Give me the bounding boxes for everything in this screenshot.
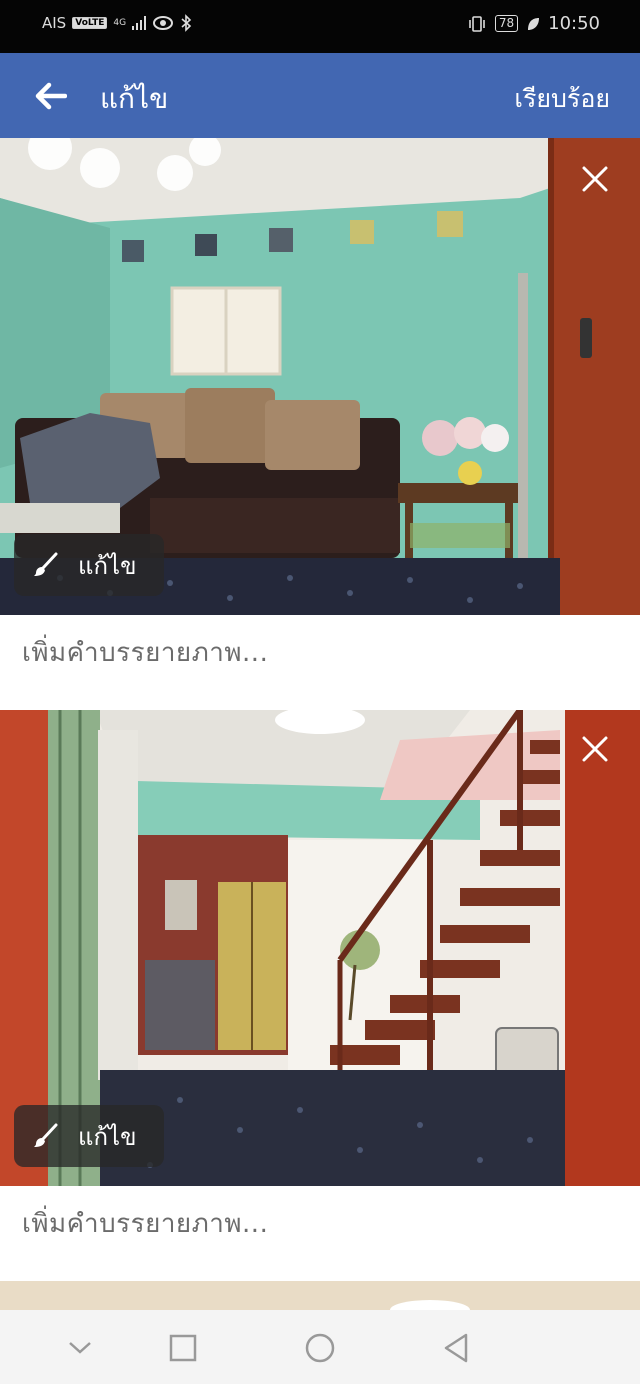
edit-label: แก้ไข: [78, 551, 137, 580]
hide-keyboard-button[interactable]: [60, 1328, 100, 1368]
arrow-left-icon: [35, 82, 67, 110]
bluetooth-icon: [180, 14, 192, 32]
volte-badge: VoLTE: [72, 17, 108, 29]
brush-icon: [34, 1123, 58, 1147]
chevron-down-icon: [69, 1342, 91, 1354]
caption-input-1[interactable]: เพิ่มคำบรรยายภาพ...: [22, 632, 268, 673]
edit-photo-button[interactable]: แก้ไข: [14, 534, 164, 596]
done-button[interactable]: เรียบร้อย: [514, 79, 610, 119]
page-title: แก้ไข: [100, 82, 169, 115]
edit-photo-button[interactable]: แก้ไข: [14, 1105, 164, 1167]
network-type: 4G: [113, 17, 127, 28]
photo-card-3: [0, 1281, 640, 1310]
carrier-label: AIS: [42, 14, 67, 32]
close-icon: [582, 166, 608, 192]
triangle-back-icon: [444, 1333, 468, 1363]
status-right: 78 10:50: [467, 13, 600, 34]
home-button[interactable]: [300, 1328, 340, 1368]
edit-label: แก้ไข: [78, 1122, 137, 1151]
eye-icon: [152, 15, 174, 31]
status-left: AIS VoLTE 4G: [42, 14, 192, 32]
clock: 10:50: [548, 13, 600, 34]
photo-card-2: แก้ไข: [0, 710, 640, 1186]
app-bar: แก้ไข เรียบร้อย: [0, 53, 640, 138]
battery-level: 78: [494, 15, 519, 32]
remove-photo-button[interactable]: [580, 734, 610, 764]
remove-photo-button[interactable]: [580, 164, 610, 194]
leaf-icon: [526, 16, 540, 32]
brush-icon: [34, 552, 58, 576]
recents-button[interactable]: [163, 1328, 203, 1368]
close-icon: [582, 736, 608, 762]
status-bar: AIS VoLTE 4G 78 10:50: [0, 0, 640, 53]
circle-home-icon: [305, 1333, 335, 1363]
nav-back-button[interactable]: [436, 1328, 476, 1368]
vibrate-icon: [467, 15, 487, 33]
photo-image-partial: [0, 1281, 640, 1310]
square-recents-icon: [169, 1334, 197, 1362]
signal-icon: [132, 16, 147, 30]
photo-card-1: แก้ไข: [0, 138, 640, 615]
system-nav-bar: [0, 1310, 640, 1384]
back-button[interactable]: [30, 77, 70, 115]
caption-input-2[interactable]: เพิ่มคำบรรยายภาพ...: [22, 1203, 268, 1244]
